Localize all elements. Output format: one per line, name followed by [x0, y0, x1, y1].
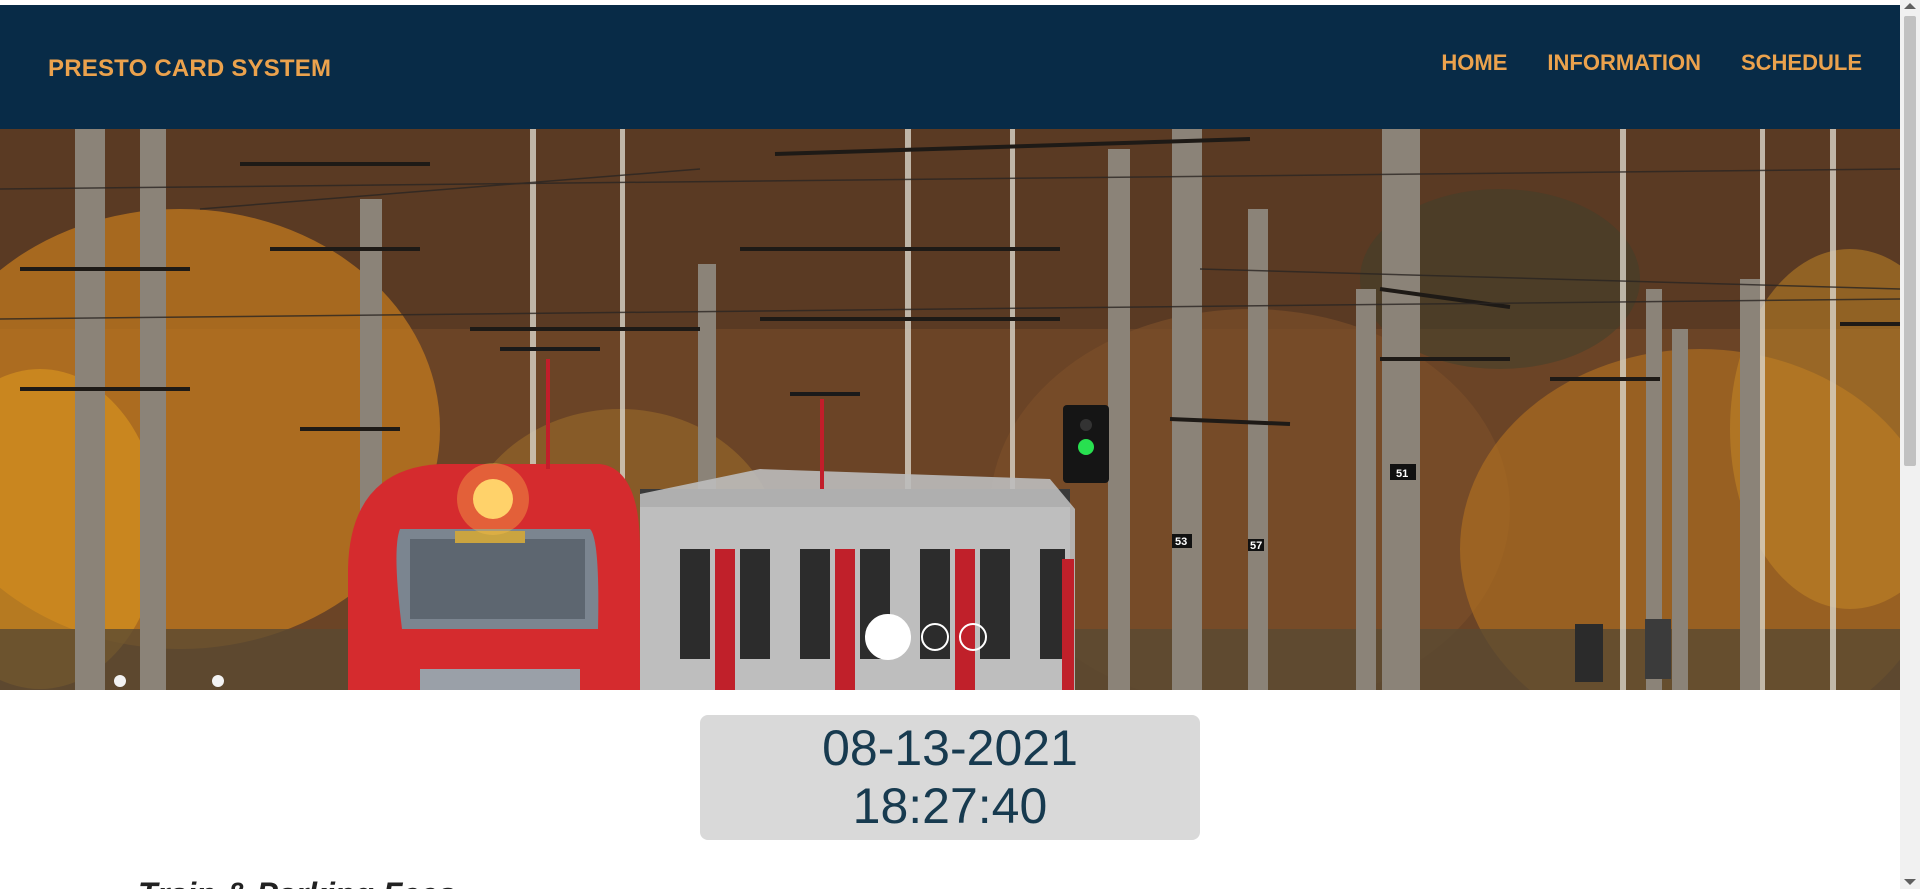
fees-heading: Train & Parking Fees [138, 876, 456, 889]
svg-text:57: 57 [1250, 540, 1262, 552]
carousel-dot-1[interactable] [865, 614, 911, 660]
svg-text:53: 53 [1175, 536, 1187, 548]
hero-carousel: 51 53 57 [0, 129, 1900, 690]
page: PRESTO CARD SYSTEM HOME INFORMATION SCHE… [0, 0, 1900, 889]
scroll-up-arrow-icon[interactable] [1904, 3, 1916, 9]
svg-text:51: 51 [1396, 468, 1408, 480]
brand-title[interactable]: PRESTO CARD SYSTEM [48, 55, 331, 83]
date-time-display: 08-13-2021 18:27:40 [700, 715, 1200, 840]
carousel-indicators [865, 614, 987, 660]
scroll-thumb[interactable] [1904, 16, 1916, 466]
nav-link-home[interactable]: HOME [1441, 50, 1507, 76]
scroll-down-arrow-icon[interactable] [1904, 879, 1916, 885]
hero-image-train-forest: 51 53 57 [0, 129, 1900, 690]
current-date: 08-13-2021 [822, 720, 1078, 776]
nav-link-information[interactable]: INFORMATION [1547, 50, 1701, 76]
current-time: 18:27:40 [852, 778, 1048, 834]
navbar: PRESTO CARD SYSTEM HOME INFORMATION SCHE… [0, 5, 1900, 129]
nav-link-schedule[interactable]: SCHEDULE [1741, 50, 1862, 76]
main-nav: HOME INFORMATION SCHEDULE [1441, 50, 1862, 76]
carousel-dot-3[interactable] [959, 623, 987, 651]
page-scrollbar[interactable] [1900, 0, 1920, 889]
carousel-dot-2[interactable] [921, 623, 949, 651]
